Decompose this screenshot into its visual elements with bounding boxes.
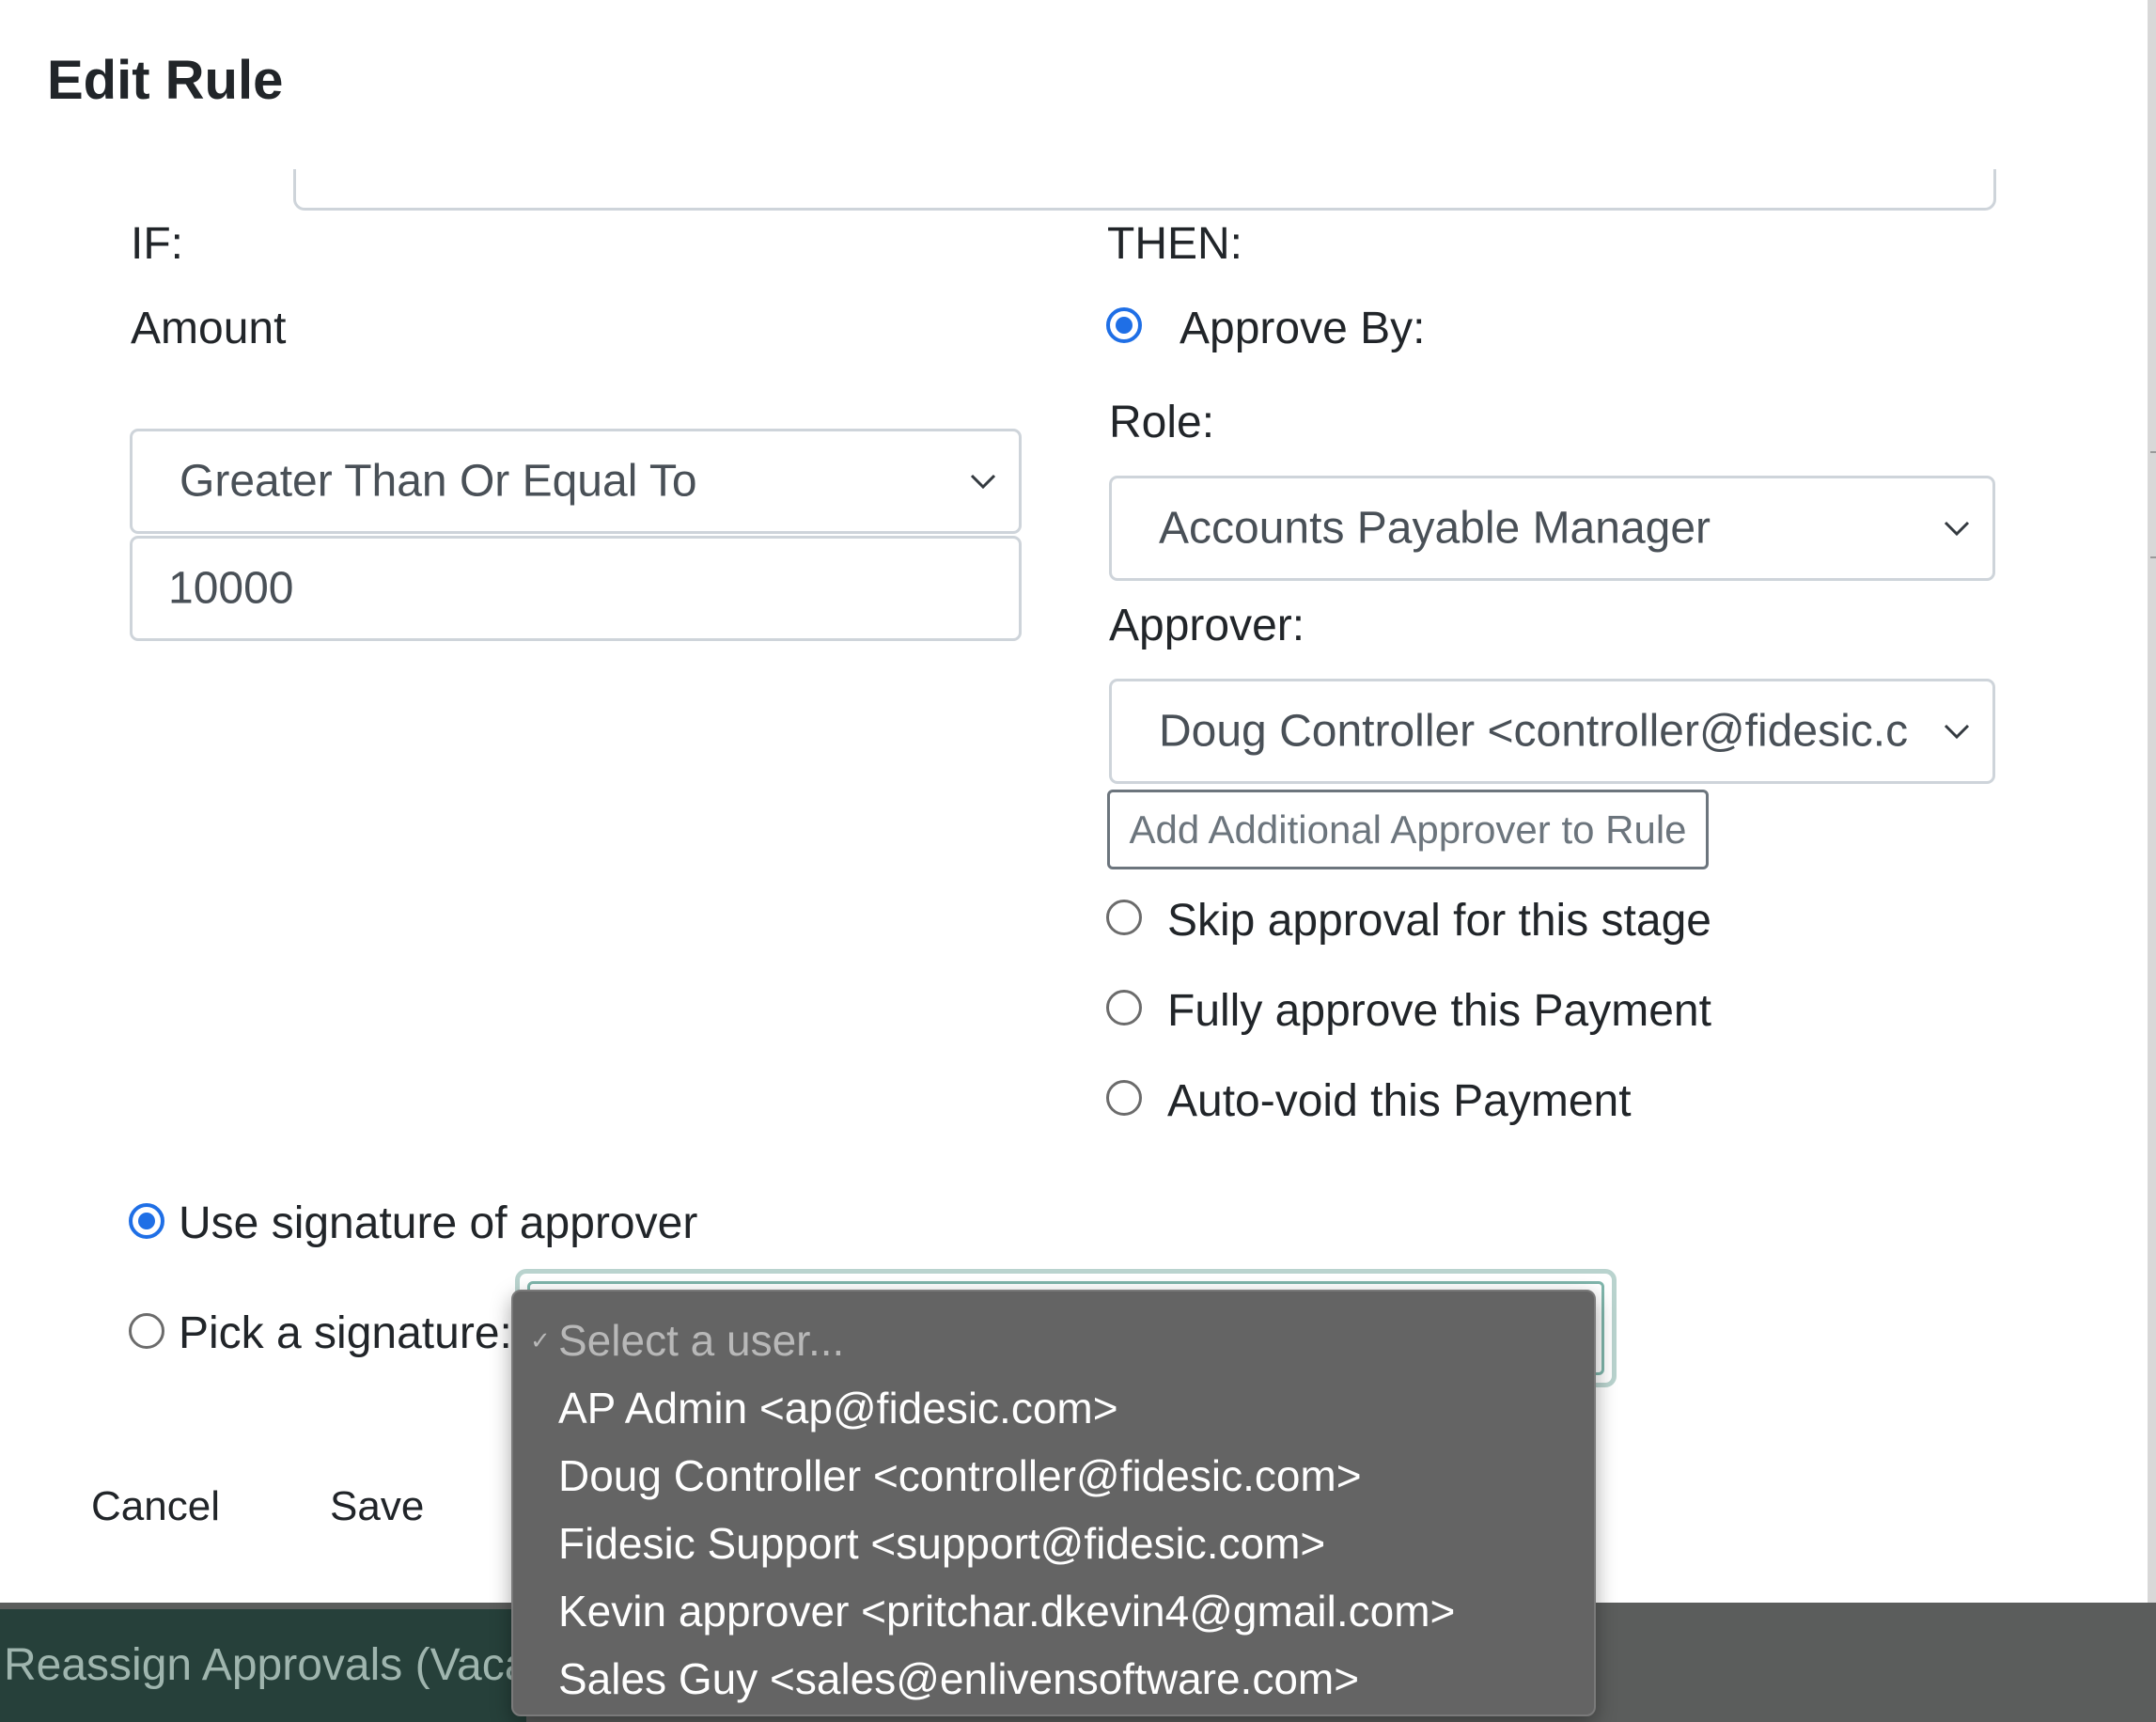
user-dropdown-menu: ✓ Select a user... AP Admin <ap@fidesic.… bbox=[511, 1290, 1596, 1716]
approve-by-radio[interactable] bbox=[1106, 307, 1142, 343]
role-select-value: Accounts Payable Manager bbox=[1159, 503, 1711, 554]
role-select[interactable]: Accounts Payable Manager bbox=[1109, 476, 1995, 581]
fully-approve-radio[interactable] bbox=[1106, 990, 1142, 1025]
dropdown-option[interactable]: Fidesic Support <support@fidesic.com> bbox=[558, 1510, 1325, 1577]
dropdown-option-placeholder[interactable]: Select a user... bbox=[558, 1307, 844, 1374]
amount-input[interactable]: 10000 bbox=[130, 536, 1022, 641]
operator-select[interactable]: Greater Than Or Equal To bbox=[130, 429, 1022, 534]
skip-approval-radio[interactable] bbox=[1106, 900, 1142, 935]
modal-title: Edit Rule bbox=[47, 50, 284, 111]
dropdown-option[interactable]: Kevin approver <pritchar.dkevin4@gmail.c… bbox=[558, 1577, 1455, 1645]
approver-select[interactable]: Doug Controller <controller@fidesic.c bbox=[1109, 679, 1995, 784]
approver-select-value: Doug Controller <controller@fidesic.c bbox=[1159, 706, 1908, 757]
chevron-down-icon bbox=[1944, 724, 1970, 740]
cancel-button[interactable]: Cancel bbox=[91, 1483, 220, 1530]
add-additional-approver-button[interactable]: Add Additional Approver to Rule bbox=[1107, 790, 1709, 869]
dropdown-option[interactable]: Sales Guy <sales@enlivensoftware.com> bbox=[558, 1645, 1359, 1713]
auto-void-label: Auto-void this Payment bbox=[1167, 1076, 1632, 1126]
then-heading: THEN: bbox=[1107, 219, 1242, 269]
dropdown-option[interactable]: AP Admin <ap@fidesic.com> bbox=[558, 1374, 1118, 1442]
chevron-down-icon bbox=[970, 474, 996, 490]
auto-void-radio[interactable] bbox=[1106, 1080, 1142, 1116]
pick-signature-radio[interactable] bbox=[129, 1313, 164, 1349]
operator-select-value: Greater Than Or Equal To bbox=[180, 456, 697, 507]
skip-approval-label: Skip approval for this stage bbox=[1167, 896, 1711, 946]
background-divider bbox=[2150, 451, 2156, 453]
save-button[interactable]: Save bbox=[330, 1483, 424, 1530]
pick-signature-label: Pick a signature: bbox=[179, 1308, 512, 1358]
amount-label: Amount bbox=[131, 304, 287, 353]
approve-by-label: Approve By: bbox=[1180, 304, 1426, 353]
role-label: Role: bbox=[1109, 398, 1215, 447]
dropdown-option[interactable]: Doug Controller <controller@fidesic.com> bbox=[558, 1442, 1362, 1510]
use-approver-signature-label: Use signature of approver bbox=[179, 1198, 698, 1248]
rule-name-field[interactable] bbox=[293, 169, 1996, 211]
chevron-down-icon bbox=[1944, 521, 1970, 537]
amount-input-value: 10000 bbox=[168, 563, 294, 614]
if-heading: IF: bbox=[131, 219, 183, 269]
background-scroll-edge bbox=[2148, 0, 2156, 1603]
use-approver-signature-radio[interactable] bbox=[129, 1203, 164, 1239]
fully-approve-label: Fully approve this Payment bbox=[1167, 986, 1711, 1036]
approver-label: Approver: bbox=[1109, 601, 1305, 650]
checkmark-icon: ✓ bbox=[530, 1326, 551, 1354]
background-nav-reassign-approvals[interactable]: Reassign Approvals (Vaca bbox=[0, 1609, 526, 1722]
background-divider bbox=[2150, 556, 2156, 558]
